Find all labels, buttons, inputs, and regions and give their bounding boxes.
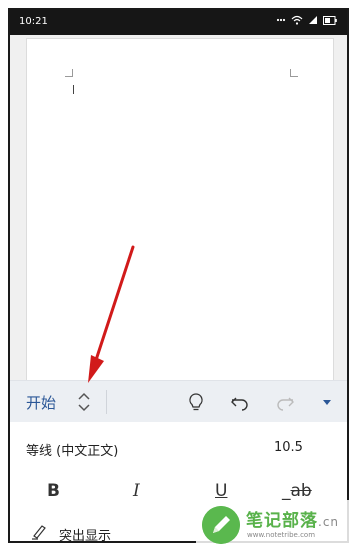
highlight-label: 突出显示 (59, 529, 112, 543)
font-row: 等线 (中文正文) 10.5 (10, 422, 347, 472)
italic-button[interactable]: I (133, 481, 140, 501)
ribbon-toolbar: 开始 (10, 380, 347, 423)
margin-mark-top-left (65, 69, 73, 77)
signal-dots-icon (276, 18, 286, 22)
undo-icon[interactable] (230, 392, 250, 412)
document-page[interactable] (26, 38, 334, 380)
watermark-title-text: 笔记部落 (246, 511, 318, 531)
document-canvas[interactable] (10, 35, 347, 380)
underline-button[interactable]: U (215, 481, 227, 501)
bold-button[interactable]: B (47, 481, 60, 501)
lightbulb-icon[interactable] (186, 392, 206, 412)
strikethrough-button[interactable]: _ab (282, 481, 312, 501)
watermark-url: www.notetribe.com (247, 531, 316, 539)
dropdown-triangle-icon[interactable] (317, 392, 337, 412)
tab-home[interactable]: 开始 (26, 392, 56, 413)
tab-switch-chevrons-icon[interactable] (76, 390, 92, 414)
ribbon-divider (106, 390, 107, 414)
battery-icon (323, 15, 337, 25)
phone-screen: 10:21 开始 等线 (中文正文) 10.5 B I U _ab 突出显示 (8, 8, 349, 543)
watermark-suffix: .cn (318, 515, 340, 529)
margin-mark-top-right (290, 69, 298, 77)
wifi-icon (291, 15, 303, 25)
font-size-field[interactable]: 10.5 (274, 440, 303, 455)
pencil-logo-icon (202, 506, 240, 544)
highlighter-icon (32, 525, 46, 540)
status-icons (276, 15, 337, 25)
redo-icon[interactable] (275, 392, 295, 412)
status-time: 10:21 (19, 16, 48, 27)
status-bar: 10:21 (10, 10, 347, 35)
cell-signal-icon (309, 16, 317, 24)
watermark-title: 笔记部落.cn (246, 506, 339, 531)
strikethrough-label: ab (290, 481, 312, 501)
text-cursor (73, 85, 74, 94)
strikethrough-prefix: _ (282, 481, 291, 501)
watermark: 笔记部落.cn www.notetribe.com (196, 500, 358, 551)
font-name-field[interactable]: 等线 (中文正文) (26, 440, 118, 459)
